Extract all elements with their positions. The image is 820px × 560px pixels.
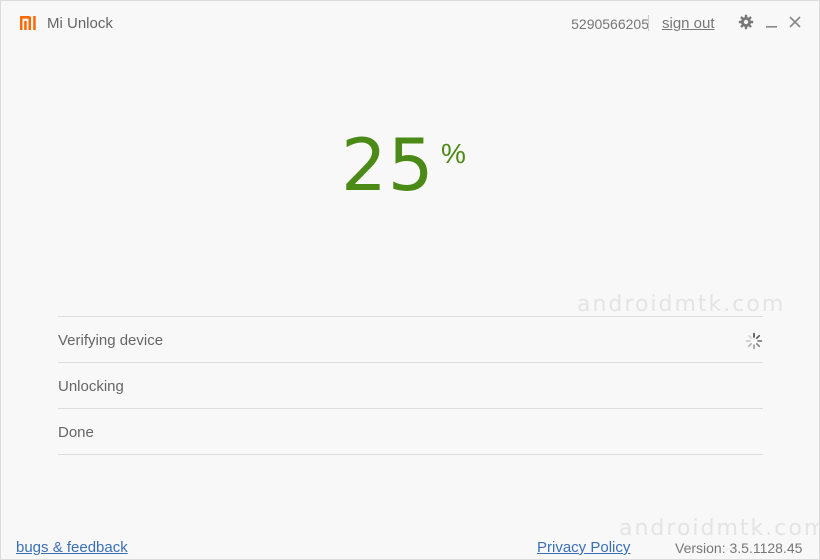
- close-icon[interactable]: [787, 14, 803, 30]
- gear-icon[interactable]: [738, 14, 754, 30]
- step-label: Unlocking: [58, 378, 124, 395]
- watermark: androidmtk.com: [619, 516, 820, 541]
- step-unlocking: Unlocking: [58, 362, 763, 408]
- step-done: Done: [58, 408, 763, 455]
- step-label: Verifying device: [58, 332, 164, 349]
- titlebar-divider: [648, 15, 649, 31]
- account-id: 5290566205: [571, 16, 649, 32]
- privacy-policy-link[interactable]: Privacy Policy: [537, 539, 630, 557]
- spinner-icon: [745, 332, 763, 350]
- mi-unlock-window: Mi Unlock 5290566205 sign out 25 % andro…: [0, 0, 820, 560]
- step-verifying-device: Verifying device: [58, 316, 763, 362]
- app-title: Mi Unlock: [47, 15, 113, 32]
- minimize-icon[interactable]: [764, 14, 780, 30]
- unlock-steps-list: Verifying device Unlocking Done: [58, 316, 763, 455]
- step-label: Done: [58, 424, 94, 441]
- mi-logo-icon: [20, 16, 40, 30]
- progress-percent-sign: %: [441, 138, 466, 169]
- version-label: Version: 3.5.1128.45: [675, 540, 803, 556]
- bugs-feedback-link[interactable]: bugs & feedback: [16, 539, 128, 557]
- watermark: androidmtk.com: [577, 292, 786, 317]
- sign-out-link[interactable]: sign out: [662, 15, 715, 33]
- title-bar: Mi Unlock 5290566205 sign out: [1, 1, 819, 45]
- progress-percentage: 25: [341, 123, 435, 207]
